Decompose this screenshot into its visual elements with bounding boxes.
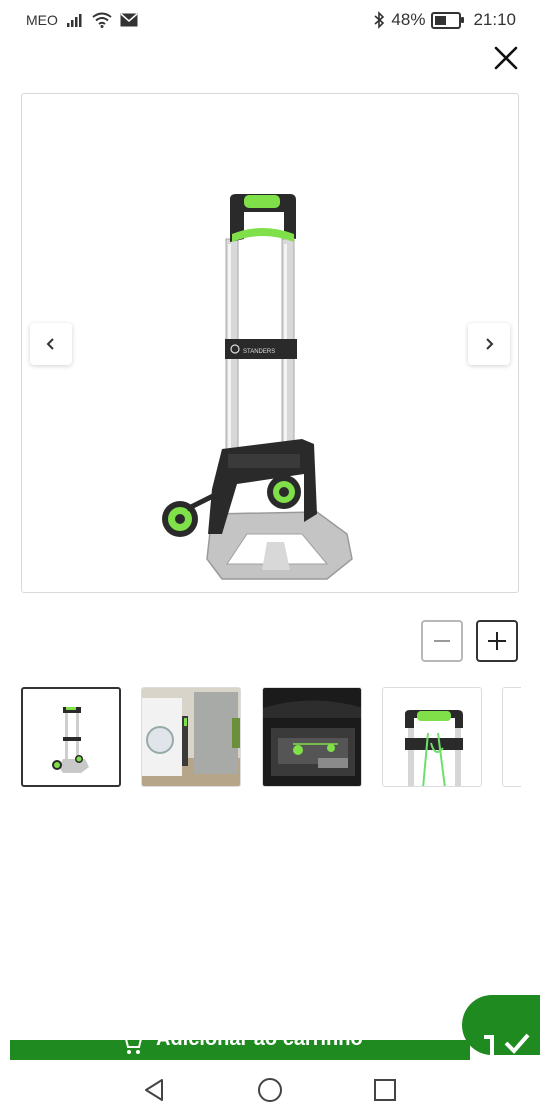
thumbnail-car-trunk[interactable] [262,687,362,787]
laundry-room-thumb-image [142,688,240,786]
back-icon [145,1079,163,1101]
trolley-thumb-image [52,707,89,773]
brand-mark: STANDERS [243,349,275,355]
previous-image-button[interactable] [30,323,72,365]
thumbnail-handle-detail[interactable] [382,687,482,787]
next-image-button[interactable] [468,323,510,365]
car-trunk-thumb-image [263,688,361,786]
thumbnail-extra[interactable] [502,687,521,787]
carrier-label: MEO [26,12,58,28]
home-button[interactable] [256,1076,284,1104]
close-icon [494,46,518,70]
handle-detail-thumb-image [405,710,463,786]
plus-icon [488,632,506,650]
hand-truck-illustration: STANDERS [162,194,353,580]
main-product-image[interactable]: STANDERS [21,93,519,593]
status-right: 48% 21:10 [373,10,516,30]
signal-icon [66,14,82,27]
zoom-out-button[interactable] [421,620,463,662]
back-button[interactable] [140,1076,168,1104]
check-icon [484,1033,530,1055]
battery-percent: 48% [391,10,426,29]
bluetooth-icon [374,11,385,29]
thumbnail-strip[interactable] [21,687,521,789]
cart-icon [125,1040,142,1054]
battery-fill [435,15,447,25]
wifi-icon [92,12,112,28]
status-left: MEO [26,12,138,28]
system-nav-bar [0,1060,540,1120]
recents-button[interactable] [371,1076,399,1104]
mail-icon [120,13,138,27]
thumbnail-laundry-room[interactable] [141,687,241,787]
floating-action-button[interactable] [462,995,540,1055]
battery-icon [431,11,465,29]
close-button[interactable] [490,42,522,74]
home-icon [258,1078,282,1102]
chevron-left-icon [46,338,54,350]
minus-icon [434,640,450,642]
thumbnail-trolley[interactable] [21,687,121,787]
recents-icon [374,1079,396,1101]
status-bar: MEO 48% 21:10 [0,0,540,40]
clock: 21:10 [473,10,516,29]
chevron-right-icon [486,338,494,350]
zoom-in-button[interactable] [476,620,518,662]
add-to-cart-button[interactable]: Adicionar ao carrinho [10,1040,470,1060]
add-to-cart-label: Adicionar ao carrinho [156,1040,363,1051]
